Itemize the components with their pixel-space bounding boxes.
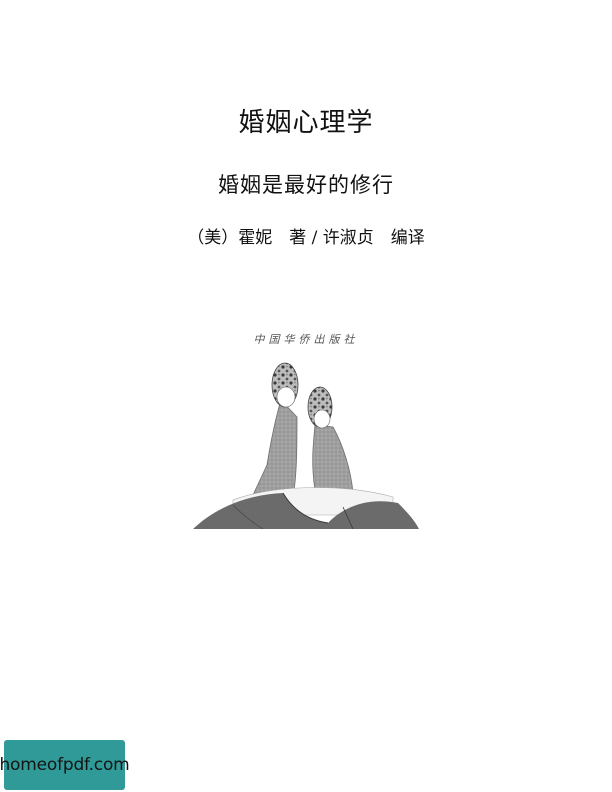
cover-illustration: [193, 362, 419, 529]
book-title: 婚姻心理学: [238, 108, 374, 138]
author-line: （美）霍妮 著 / 许淑贞 编译: [187, 228, 425, 248]
publisher-mark: 中国华侨出版社: [253, 333, 359, 346]
watermark-text: homeofpdf.com: [0, 755, 130, 775]
watermark-badge: homeofpdf.com: [0, 740, 130, 790]
book-subtitle: 婚姻是最好的修行: [218, 173, 394, 197]
